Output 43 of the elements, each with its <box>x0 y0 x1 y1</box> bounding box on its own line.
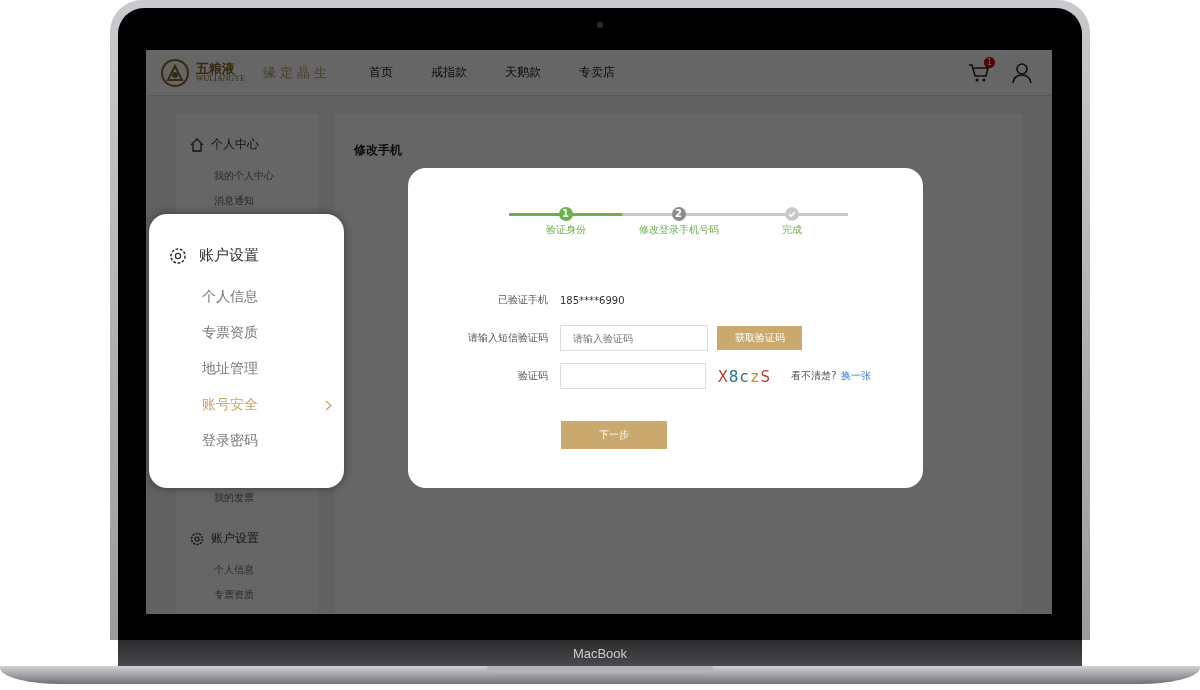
nav-link[interactable]: 天鹅款 <box>504 64 541 81</box>
cart-icon[interactable] <box>968 62 990 83</box>
user-icon[interactable] <box>1012 62 1032 83</box>
get-code-button[interactable]: 获取验证码 <box>717 326 802 350</box>
captcha-field[interactable] <box>560 363 706 389</box>
chevron-right-icon <box>325 399 332 411</box>
phone-number: 185****6990 <box>560 294 625 306</box>
step-label: 修改登录手机号码 <box>638 223 719 237</box>
nav-link[interactable]: 首页 <box>368 64 393 81</box>
sms-code-field[interactable]: 请输入验证码 <box>560 325 708 351</box>
field-label: 验证码 <box>517 369 548 383</box>
step-number: 1 <box>558 207 573 221</box>
device-label: MacBook <box>572 645 628 661</box>
menu-item[interactable]: 个人信息 <box>202 279 332 315</box>
camera-icon <box>597 22 603 28</box>
settings-icon <box>190 531 204 546</box>
sidebar-heading: 账户设置 <box>211 530 259 547</box>
cart-count-badge: 1 <box>984 56 995 68</box>
nav-link[interactable]: 专卖店 <box>578 64 615 81</box>
logo-text: 五粮液 <box>196 62 236 75</box>
menu-heading: 账户设置 <box>199 246 259 265</box>
captcha-image: X8czS <box>718 366 772 386</box>
step-label: 验证身份 <box>545 223 586 237</box>
next-step-button[interactable]: 下一步 <box>561 421 667 449</box>
nav-link[interactable]: 戒指款 <box>430 64 467 81</box>
logo-emblem-icon <box>160 57 190 88</box>
step-number: 2 <box>671 207 686 221</box>
page-title: 修改手机 <box>354 143 402 157</box>
settings-icon <box>169 246 187 265</box>
slogan-text: 缘定晶生 <box>262 63 331 82</box>
menu-item[interactable]: 专票资质 <box>202 315 332 351</box>
field-label: 请输入短信验证码 <box>467 331 548 345</box>
logo-subtext: WULIANGYE <box>196 75 245 83</box>
menu-item[interactable]: 登录密码 <box>202 423 332 459</box>
menu-item[interactable]: 账号安全 <box>202 387 332 423</box>
step-label: 完成 <box>781 223 802 237</box>
sidebar-heading: 个人中心 <box>211 136 259 153</box>
field-label: 已验证手机 <box>497 293 548 307</box>
step-check-icon <box>784 207 799 221</box>
menu-item[interactable]: 地址管理 <box>202 351 332 387</box>
captcha-hint: 看不清楚? <box>791 369 837 383</box>
home-icon <box>190 137 204 152</box>
refresh-captcha-link[interactable]: 换一张 <box>840 369 871 383</box>
